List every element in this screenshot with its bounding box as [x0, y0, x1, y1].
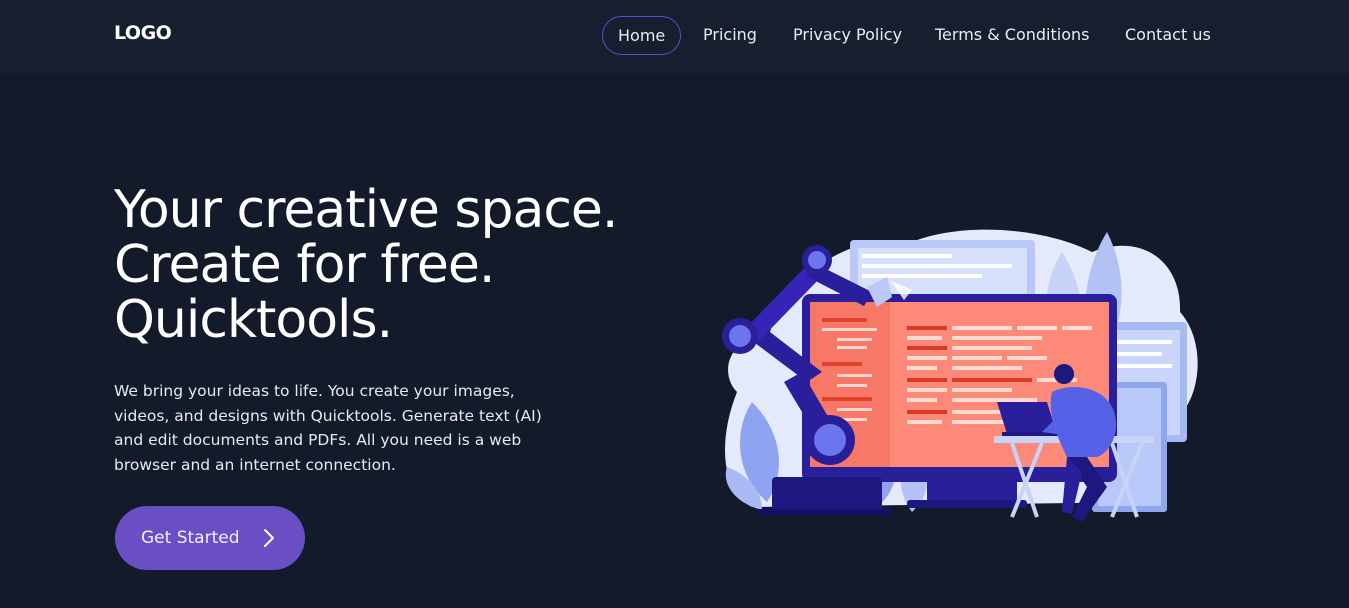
get-started-label: Get Started — [141, 528, 240, 548]
nav-home[interactable]: Home — [602, 16, 681, 55]
nav-pricing[interactable]: Pricing — [703, 16, 757, 55]
nav-privacy-policy[interactable]: Privacy Policy — [793, 16, 902, 55]
nav-terms-conditions[interactable]: Terms & Conditions — [935, 16, 1089, 55]
chevron-right-icon — [264, 529, 274, 547]
get-started-button[interactable]: Get Started — [115, 506, 305, 570]
hero-description: We bring your ideas to life. You create … — [114, 382, 542, 474]
robot-arm-computer-illustration — [722, 229, 1198, 522]
main-nav: Home Pricing Privacy Policy Terms & Cond… — [0, 0, 1349, 74]
hero-title: Your creative space. Create for free. Qu… — [114, 180, 618, 350]
nav-contact-us[interactable]: Contact us — [1125, 16, 1211, 55]
site-header: LOGO Home Pricing Privacy Policy Terms &… — [0, 0, 1349, 74]
